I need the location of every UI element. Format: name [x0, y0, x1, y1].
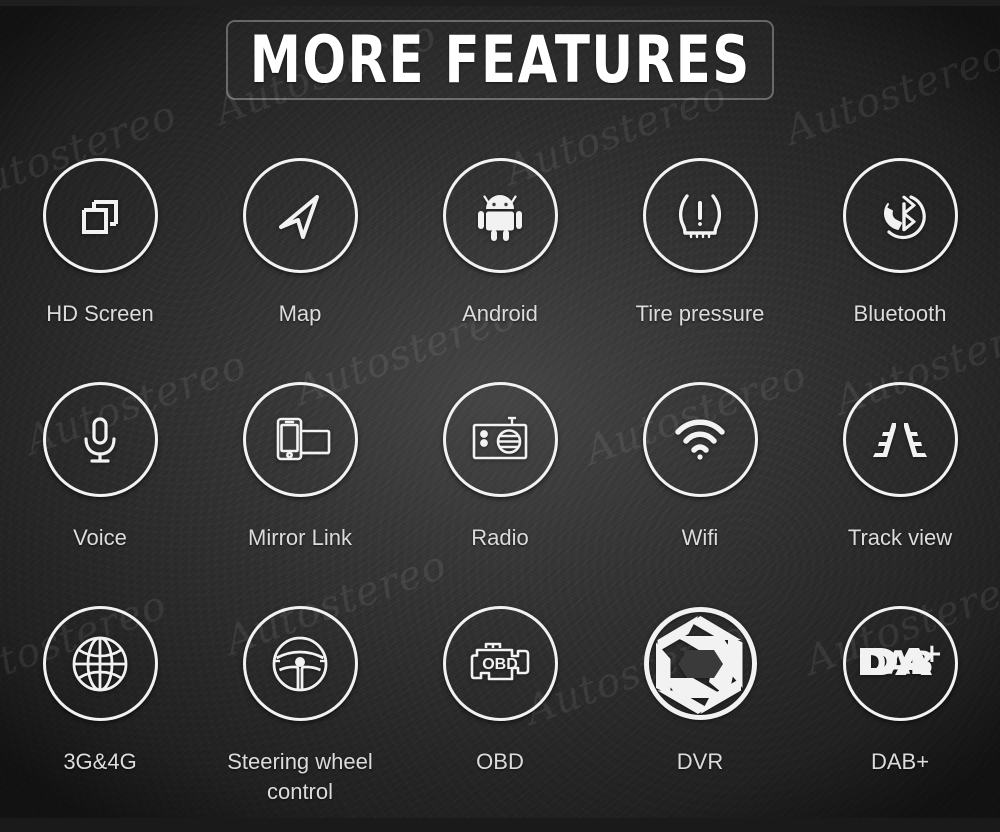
feature-icon-circle [242, 158, 358, 273]
feature-label: Tire pressure [635, 301, 765, 326]
feature-grid: HD Screen Map Android Tire pressure Blue… [0, 150, 1000, 822]
feature-icon-circle [842, 382, 958, 497]
bluetooth-phone-icon [871, 187, 929, 245]
feature-label: Radio [471, 525, 529, 550]
feature-item-dvr[interactable]: DVR [600, 598, 800, 822]
android-robot-icon [471, 187, 529, 245]
feature-label: Voice [73, 525, 127, 550]
feature-icon-circle: OBD [442, 606, 558, 721]
feature-label: OBD [476, 749, 524, 774]
feature-label: Android [462, 301, 538, 326]
feature-item-steering-wheel-control[interactable]: Steering wheel control [200, 598, 400, 822]
feature-item-wifi[interactable]: Wifi [600, 374, 800, 598]
feature-item-hd-screen[interactable]: HD Screen [0, 150, 200, 374]
tire-pressure-warning-icon [671, 187, 729, 245]
feature-item-map[interactable]: Map [200, 150, 400, 374]
feature-row: Voice Mirror Link Radio Wifi Track view [0, 374, 1000, 598]
feature-item-android[interactable]: Android [400, 150, 600, 374]
feature-icon-circle [42, 606, 158, 721]
track-view-icon [869, 420, 931, 460]
watermark-text: Autostereo [779, 31, 1000, 155]
feature-row: HD Screen Map Android Tire pressure Blue… [0, 150, 1000, 374]
navigation-arrow-icon [271, 187, 329, 245]
feature-icon-circle [842, 158, 958, 273]
feature-icon-circle [242, 606, 358, 721]
feature-icon-circle [242, 382, 358, 497]
hd-screen-icon [72, 188, 128, 244]
feature-icon-circle [642, 158, 758, 273]
feature-row: 3G&4G Steering wheel control OBD OBD DVR… [0, 598, 1000, 822]
bottom-divider [0, 818, 1000, 832]
feature-icon-circle: DAB + [842, 606, 958, 721]
feature-label: Bluetooth [853, 301, 947, 326]
feature-item-mirror-link[interactable]: Mirror Link [200, 374, 400, 598]
feature-icon-circle [643, 606, 758, 721]
feature-item-3g-4g[interactable]: 3G&4G [0, 598, 200, 822]
feature-label: Map [278, 301, 322, 326]
microphone-icon [72, 412, 128, 468]
feature-item-dab-plus[interactable]: DAB + DAB+ [800, 598, 1000, 822]
feature-label: DVR [676, 749, 724, 774]
feature-item-radio[interactable]: Radio [400, 374, 600, 598]
dab-plus-icon: DAB + [858, 642, 942, 686]
wifi-icon [671, 416, 729, 464]
feature-item-track-view[interactable]: Track view [800, 374, 1000, 598]
page-title: MORE FEATURES [249, 22, 751, 98]
feature-label: Wifi [681, 525, 719, 550]
feature-icon-circle [42, 382, 158, 497]
feature-label: 3G&4G [63, 749, 137, 774]
feature-label: Steering wheel control [227, 749, 373, 804]
feature-icon-circle [442, 158, 558, 273]
feature-item-bluetooth[interactable]: Bluetooth [800, 150, 1000, 374]
svg-text:OBD: OBD [482, 656, 518, 673]
feature-label: Track view [847, 525, 953, 550]
feature-item-obd[interactable]: OBD OBD [400, 598, 600, 822]
radio-icon [468, 413, 532, 467]
svg-text:+: + [921, 642, 942, 669]
feature-label: Mirror Link [248, 525, 352, 550]
camera-aperture-icon [643, 606, 758, 721]
feature-item-voice[interactable]: Voice [0, 374, 200, 598]
feature-item-tire-pressure[interactable]: Tire pressure [600, 150, 800, 374]
feature-icon-circle [442, 382, 558, 497]
page-title-banner: MORE FEATURES [226, 20, 774, 100]
obd-engine-icon: OBD [467, 639, 533, 689]
feature-label: DAB+ [870, 749, 930, 774]
feature-icon-circle [642, 382, 758, 497]
more-features-page: Autostereo Autostereo Autostereo Autoste… [0, 0, 1000, 832]
steering-wheel-icon [269, 633, 331, 695]
feature-label: HD Screen [46, 301, 154, 326]
globe-icon [69, 633, 131, 695]
top-divider [0, 0, 1000, 6]
mirror-link-icon [269, 412, 331, 468]
feature-icon-circle [42, 158, 158, 273]
